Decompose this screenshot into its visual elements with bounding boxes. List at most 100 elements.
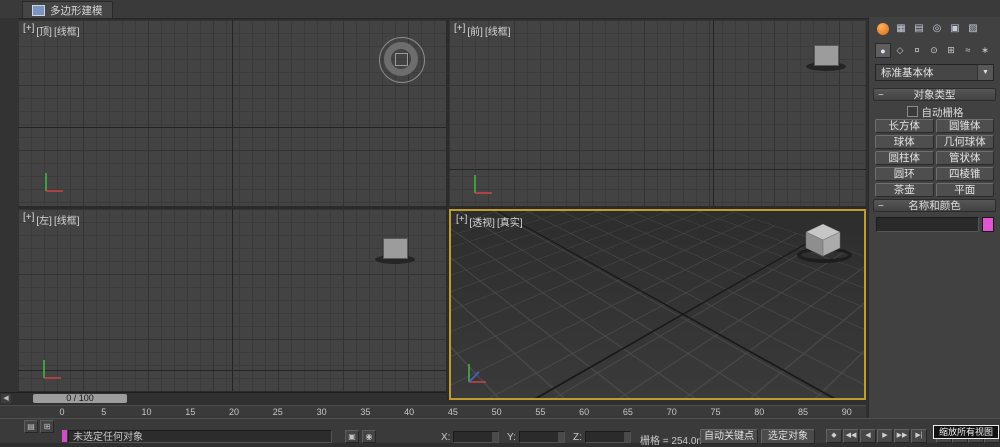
command-panel: ▦ ▤ ◎ ▣ ▨ ● ◇ ¤ ⊙ ⊞ ≈ ∗ 标准基本体 ▼ − 对象类型 自… xyxy=(868,17,1000,418)
trackbar-mode-icon[interactable]: ⊞ xyxy=(40,420,54,433)
box-object-left-view[interactable] xyxy=(383,238,408,259)
x-coordinate-label: X: xyxy=(441,432,451,443)
rollout-title: 名称和颜色 xyxy=(908,200,961,212)
viewport-pov-menu[interactable]: [前] xyxy=(467,23,483,38)
name-color-rollout-header[interactable]: − 名称和颜色 xyxy=(873,199,996,212)
systems-category-icon[interactable]: ∗ xyxy=(977,43,993,58)
viewport-pov-menu[interactable]: [左] xyxy=(36,212,52,227)
axis-tripod-icon xyxy=(474,175,492,194)
motion-tab-icon[interactable]: ◎ xyxy=(929,21,945,37)
viewport-general-menu[interactable]: [+] xyxy=(23,212,34,227)
name-color-row xyxy=(876,217,994,232)
helpers-category-icon[interactable]: ⊞ xyxy=(943,43,959,58)
grid-origin-line xyxy=(232,209,233,391)
go-to-end-icon[interactable]: ▶| xyxy=(911,429,927,443)
absolute-offset-icon[interactable]: ◉ xyxy=(362,430,376,443)
viewport-front[interactable]: [+] [前] [线框] xyxy=(449,20,866,206)
time-slider[interactable]: ◀ 0 / 100 xyxy=(0,392,447,406)
utilities-tab-icon[interactable]: ▨ xyxy=(965,21,981,37)
ribbon-tab-polygon-modeling[interactable]: 多边形建模 xyxy=(22,1,113,18)
key-filters-button[interactable]: 选定对象 xyxy=(761,429,815,444)
primitive-category-dropdown[interactable]: 标准基本体 ▼ xyxy=(875,64,994,81)
spinner-icon[interactable] xyxy=(557,432,564,442)
selection-lock-icon[interactable]: ▣ xyxy=(345,430,359,443)
spinner-icon[interactable] xyxy=(623,432,630,442)
button-teapot[interactable]: 茶壶 xyxy=(875,183,934,197)
viewport-shading-menu[interactable]: [线框] xyxy=(54,23,80,38)
chevron-down-icon[interactable]: ▼ xyxy=(977,65,993,80)
axis-tripod-icon xyxy=(468,364,486,383)
button-pyramid[interactable]: 四棱锥 xyxy=(935,167,994,181)
ribbon-tab-icon xyxy=(32,4,45,16)
auto-key-button[interactable]: 自动关键点 xyxy=(700,429,758,444)
mini-listener-strip[interactable] xyxy=(62,430,67,442)
viewport-pov-menu[interactable]: [顶] xyxy=(36,23,52,38)
play-icon[interactable]: ▶ xyxy=(877,429,893,443)
viewport-general-menu[interactable]: [+] xyxy=(23,23,34,38)
viewport-general-menu[interactable]: [+] xyxy=(456,214,467,229)
collapse-icon[interactable]: − xyxy=(878,89,884,102)
previous-frame-icon[interactable]: ◀ xyxy=(860,429,876,443)
object-color-swatch[interactable] xyxy=(982,217,994,232)
object-type-rollout-header[interactable]: − 对象类型 xyxy=(873,88,996,101)
create-tab-icon[interactable] xyxy=(875,21,891,37)
button-torus[interactable]: 圆环 xyxy=(875,167,934,181)
viewport-left[interactable]: [+] [左] [线框] xyxy=(18,209,446,391)
grid-origin-line xyxy=(713,20,714,206)
autogrid-checkbox[interactable] xyxy=(906,106,918,117)
grid-origin-line xyxy=(454,238,815,398)
maxscript-listener-icon[interactable]: ▤ xyxy=(24,420,38,433)
shapes-category-icon[interactable]: ◇ xyxy=(892,43,908,58)
grid-origin-line xyxy=(18,127,446,128)
display-tab-icon[interactable]: ▣ xyxy=(947,21,963,37)
grid-origin-line xyxy=(18,370,446,371)
button-cylinder[interactable]: 圆柱体 xyxy=(875,151,934,165)
box-object-top-view[interactable] xyxy=(395,53,408,66)
object-name-input[interactable] xyxy=(876,217,979,232)
viewport-general-menu[interactable]: [+] xyxy=(454,23,465,38)
create-ball-icon xyxy=(877,23,889,35)
button-geosphere[interactable]: 几何球体 xyxy=(935,135,994,149)
primitive-buttons-grid: 长方体 圆锥体 球体 几何球体 圆柱体 管状体 圆环 四棱锥 茶壶 平面 xyxy=(875,119,994,197)
collapse-icon[interactable]: − xyxy=(878,200,884,213)
set-key-icon[interactable]: ◆ xyxy=(826,429,842,443)
y-coordinate-input[interactable] xyxy=(519,431,565,443)
cameras-category-icon[interactable]: ⊙ xyxy=(926,43,942,58)
command-panel-tabs: ▦ ▤ ◎ ▣ ▨ xyxy=(875,21,981,37)
box-object-front-view[interactable] xyxy=(814,45,839,66)
zoom-all-views-tooltip: 缩放所有视图 xyxy=(933,425,999,439)
viewport-shading-menu[interactable]: [线框] xyxy=(485,23,511,38)
hierarchy-tab-icon[interactable]: ▤ xyxy=(911,21,927,37)
viewport-shading-menu[interactable]: [真实] xyxy=(497,214,523,229)
time-slider-thumb[interactable]: 0 / 100 xyxy=(33,394,127,403)
previous-frame-icon[interactable]: ◀ xyxy=(1,394,11,403)
z-coordinate-input[interactable] xyxy=(585,431,631,443)
viewport-pov-menu[interactable]: [透视] xyxy=(469,214,495,229)
y-coordinate-label: Y: xyxy=(507,432,516,443)
next-frame-icon[interactable]: ▶▶ xyxy=(894,429,910,443)
autogrid-row: 自动栅格 xyxy=(869,105,1000,120)
create-category-icons: ● ◇ ¤ ⊙ ⊞ ≈ ∗ xyxy=(875,43,993,58)
lights-category-icon[interactable]: ¤ xyxy=(909,43,925,58)
geometry-category-icon[interactable]: ● xyxy=(875,43,891,58)
button-box[interactable]: 长方体 xyxy=(875,119,934,133)
spinner-icon[interactable] xyxy=(491,432,498,442)
axis-tripod-icon xyxy=(43,360,61,379)
rollout-title: 对象类型 xyxy=(913,89,956,101)
viewport-top[interactable]: [+] [顶] [线框] xyxy=(18,20,446,206)
button-cone[interactable]: 圆锥体 xyxy=(935,119,994,133)
x-coordinate-input[interactable] xyxy=(453,431,499,443)
grid-origin-line xyxy=(232,20,233,206)
button-sphere[interactable]: 球体 xyxy=(875,135,934,149)
box-object-perspective[interactable] xyxy=(803,223,843,257)
viewport-area: [+] [顶] [线框] [+] [前] [线框] [+] [左] [线框] [… xyxy=(18,20,866,400)
viewport-perspective-active[interactable]: [+] [透视] [真实] xyxy=(449,209,866,400)
button-plane[interactable]: 平面 xyxy=(935,183,994,197)
modify-tab-icon[interactable]: ▦ xyxy=(893,21,909,37)
grid-origin-line xyxy=(449,169,866,170)
spacewarps-category-icon[interactable]: ≈ xyxy=(960,43,976,58)
viewport-shading-menu[interactable]: [线框] xyxy=(54,212,80,227)
go-to-start-icon[interactable]: ◀◀ xyxy=(843,429,859,443)
dropdown-value: 标准基本体 xyxy=(881,67,934,79)
button-tube[interactable]: 管状体 xyxy=(935,151,994,165)
